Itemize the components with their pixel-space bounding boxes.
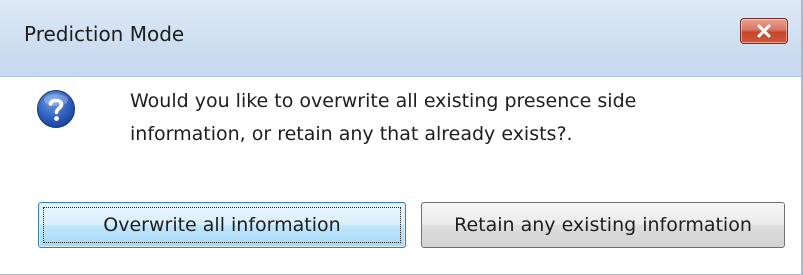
dialog-window: Prediction Mode Would you like to overwr… — [0, 0, 803, 275]
dialog-content: Would you like to overwrite all existing… — [0, 77, 801, 274]
close-icon — [756, 24, 772, 38]
message-line-2: information, or retain any that already … — [130, 123, 573, 145]
dialog-title: Prediction Mode — [24, 22, 185, 46]
title-bar[interactable]: Prediction Mode — [0, 0, 801, 77]
retain-existing-button[interactable]: Retain any existing information — [421, 202, 785, 248]
question-icon — [36, 89, 76, 129]
message-line-1: Would you like to overwrite all existing… — [130, 90, 637, 112]
dialog-message: Would you like to overwrite all existing… — [130, 85, 690, 151]
overwrite-all-button[interactable]: Overwrite all information — [38, 202, 406, 248]
close-button[interactable] — [740, 18, 788, 44]
